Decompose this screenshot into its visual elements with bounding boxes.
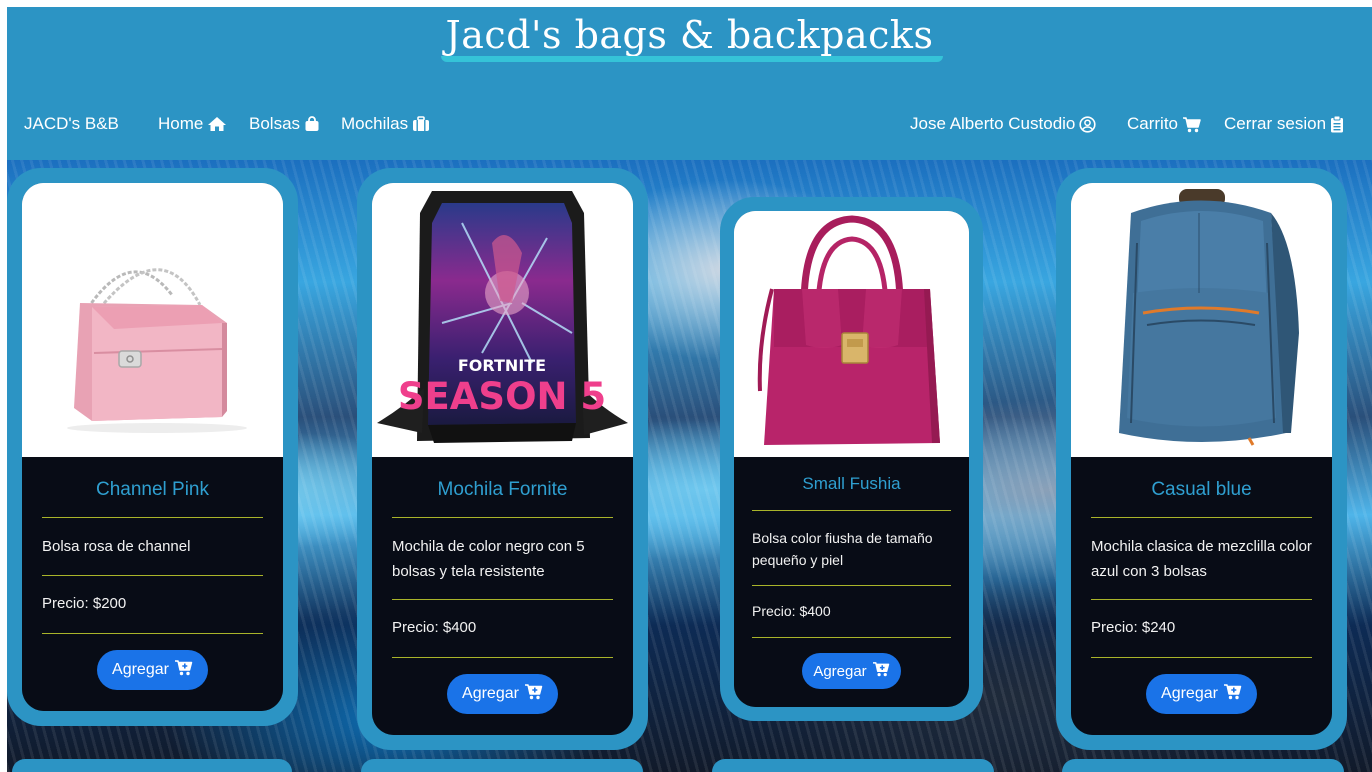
nav-mochilas[interactable]: Mochilas bbox=[341, 114, 430, 134]
add-to-cart-button[interactable]: Agregar bbox=[802, 653, 901, 689]
nav-mochilas-label: Mochilas bbox=[341, 114, 409, 133]
divider bbox=[752, 585, 951, 586]
product-card-inner: Casual blue Mochila clasica de mezclilla… bbox=[1071, 183, 1332, 735]
divider bbox=[752, 637, 951, 638]
add-to-cart-button[interactable]: Agregar bbox=[97, 650, 208, 690]
product-title: Mochila Fornite bbox=[437, 479, 568, 500]
product-description: Bolsa rosa de channel bbox=[42, 538, 191, 555]
divider bbox=[392, 599, 613, 600]
nav-logout[interactable]: Cerrar sesion bbox=[1224, 114, 1344, 134]
product-description: Mochila de color negro con 5 bolsas y te… bbox=[392, 538, 585, 580]
clipboard-icon bbox=[1330, 115, 1344, 133]
home-icon bbox=[207, 116, 227, 132]
product-title: Small Fushia bbox=[802, 474, 901, 493]
product-image[interactable] bbox=[1071, 183, 1332, 457]
nav-home-label: Home bbox=[158, 114, 204, 133]
product-card-inner: Small Fushia Bolsa color fiusha de tamañ… bbox=[734, 211, 969, 707]
product-info: Mochila Fornite Mochila de color negro c… bbox=[372, 457, 633, 735]
fuchsia-bag-illustration bbox=[734, 211, 969, 457]
product-price: Precio: $240 bbox=[1091, 619, 1176, 636]
divider bbox=[42, 517, 263, 518]
divider bbox=[392, 517, 613, 518]
suitcase-icon bbox=[412, 116, 430, 132]
product-card: Small Fushia Bolsa color fiusha de tamañ… bbox=[720, 197, 983, 721]
shopping-bag-icon bbox=[304, 116, 320, 132]
product-info: Small Fushia Bolsa color fiusha de tamañ… bbox=[734, 457, 969, 707]
add-button-label: Agregar bbox=[112, 661, 169, 678]
add-to-cart-button[interactable]: Agregar bbox=[1146, 674, 1257, 714]
divider bbox=[392, 657, 613, 658]
divider bbox=[1091, 657, 1312, 658]
cart-plus-icon bbox=[174, 659, 193, 681]
product-price: Precio: $400 bbox=[392, 619, 477, 636]
divider bbox=[1091, 599, 1312, 600]
nav-bolsas[interactable]: Bolsas bbox=[249, 114, 320, 134]
product-card-partial bbox=[12, 759, 292, 772]
header: Jacd's bags & backpacks JACD's B&B Home … bbox=[7, 7, 1372, 160]
product-card-partial bbox=[1062, 759, 1344, 772]
divider bbox=[42, 633, 263, 634]
cart-plus-icon bbox=[524, 683, 543, 705]
brand-link[interactable]: JACD's B&B bbox=[24, 114, 119, 134]
product-image[interactable]: FORTNITE SEASON 5 bbox=[372, 183, 633, 457]
product-card: Casual blue Mochila clasica de mezclilla… bbox=[1056, 168, 1347, 750]
cart-plus-icon bbox=[872, 661, 890, 681]
backpack-illustration: FORTNITE SEASON 5 bbox=[372, 183, 633, 457]
product-card-partial bbox=[712, 759, 994, 772]
product-info: Casual blue Mochila clasica de mezclilla… bbox=[1071, 457, 1332, 735]
cart-icon bbox=[1182, 116, 1202, 133]
product-card-partial bbox=[361, 759, 643, 772]
user-circle-icon bbox=[1079, 115, 1096, 133]
add-button-label: Agregar bbox=[462, 685, 519, 702]
add-to-cart-button[interactable]: Agregar bbox=[447, 674, 558, 714]
backpack-print-line2: SEASON 5 bbox=[398, 375, 606, 418]
product-title: Casual blue bbox=[1151, 479, 1252, 500]
nav-bolsas-label: Bolsas bbox=[249, 114, 301, 133]
cart-plus-icon bbox=[1223, 683, 1242, 705]
product-card-inner: Channel Pink Bolsa rosa de channel Preci… bbox=[22, 183, 283, 711]
brand-label: JACD's B&B bbox=[24, 114, 119, 133]
product-card-inner: FORTNITE SEASON 5 Mochila Fornite Mochil… bbox=[372, 183, 633, 735]
pink-bag-illustration bbox=[22, 183, 283, 457]
page: Jacd's bags & backpacks JACD's B&B Home … bbox=[7, 7, 1372, 772]
site-title: Jacd's bags & backpacks bbox=[445, 13, 934, 57]
product-price: Precio: $400 bbox=[752, 603, 831, 619]
product-image[interactable] bbox=[734, 211, 969, 457]
nav-home[interactable]: Home bbox=[158, 114, 227, 134]
divider bbox=[1091, 517, 1312, 518]
add-button-label: Agregar bbox=[1161, 685, 1218, 702]
product-title: Channel Pink bbox=[95, 479, 210, 500]
product-image[interactable] bbox=[22, 183, 283, 457]
nav-user[interactable]: Jose Alberto Custodio bbox=[910, 114, 1096, 134]
nav-logout-label: Cerrar sesion bbox=[1224, 114, 1327, 133]
product-price: Precio: $200 bbox=[42, 595, 127, 612]
nav-cart-label: Carrito bbox=[1127, 114, 1179, 133]
divider bbox=[42, 575, 263, 576]
add-button-label: Agregar bbox=[813, 662, 867, 680]
product-card: FORTNITE SEASON 5 Mochila Fornite Mochil… bbox=[357, 168, 648, 750]
nav-cart[interactable]: Carrito bbox=[1127, 114, 1202, 134]
navbar: JACD's B&B Home Bolsas Mochilas Jose Alb… bbox=[7, 114, 1372, 136]
divider bbox=[752, 510, 951, 511]
product-description: Bolsa color fiusha de tamaño pequeño y p… bbox=[752, 530, 933, 568]
product-description: Mochila clasica de mezclilla color azul … bbox=[1091, 538, 1312, 580]
product-card: Channel Pink Bolsa rosa de channel Preci… bbox=[7, 168, 298, 726]
backpack-print-line1: FORTNITE bbox=[458, 356, 546, 375]
product-info: Channel Pink Bolsa rosa de channel Preci… bbox=[22, 457, 283, 711]
title-underline bbox=[441, 56, 943, 62]
blue-backpack-illustration bbox=[1071, 183, 1332, 457]
user-name: Jose Alberto Custodio bbox=[910, 114, 1076, 133]
